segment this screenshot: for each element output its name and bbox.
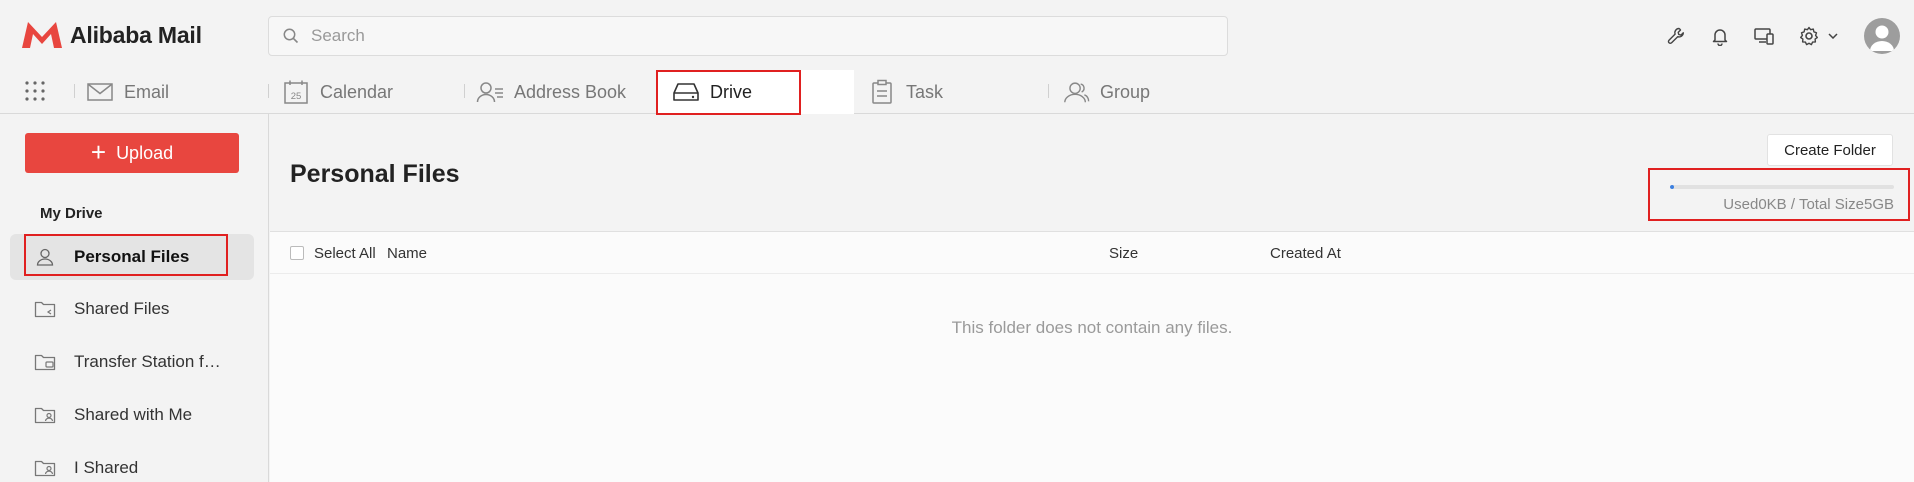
gear-icon[interactable] <box>1797 24 1821 48</box>
sidebar-item-shared-with-me[interactable]: Shared with Me <box>10 392 254 438</box>
column-header-size[interactable]: Size <box>1109 245 1138 262</box>
select-all-label[interactable]: Select All <box>314 245 376 262</box>
sidebar-item-label: Personal Files <box>74 247 190 266</box>
storage-usage-text: Used0KB / Total Size5GB <box>1723 196 1894 213</box>
page-title: Personal Files <box>290 160 460 188</box>
upload-button[interactable]: + Upload <box>25 133 239 173</box>
empty-folder-message: This folder does not contain any files. <box>951 318 1233 337</box>
tab-label: Group <box>1100 81 1151 102</box>
tab-address-book[interactable]: Address Book <box>476 70 626 114</box>
calendar-icon: 25 <box>282 78 310 106</box>
shared-folder-icon <box>34 298 56 320</box>
drive-icon <box>672 78 700 106</box>
tab-task[interactable]: Task <box>868 70 943 114</box>
apps-grid-icon[interactable] <box>24 80 46 102</box>
sidebar-item-label: Shared Files <box>74 299 170 318</box>
header: Alibaba Mail <box>0 0 1914 70</box>
tab-email[interactable]: Email <box>86 70 169 114</box>
bell-icon[interactable] <box>1708 24 1732 48</box>
sidebar-item-i-shared[interactable]: I Shared <box>10 445 254 482</box>
folder-share-icon <box>34 457 56 479</box>
sidebar-item-shared-files[interactable]: Shared Files <box>10 286 254 332</box>
wrench-icon[interactable] <box>1664 24 1688 48</box>
folder-user-icon <box>34 404 56 426</box>
transfer-folder-icon <box>34 351 56 373</box>
column-header-created-at[interactable]: Created At <box>1270 245 1341 262</box>
tab-drive[interactable]: Drive <box>672 70 752 114</box>
storage-usage-fill <box>1670 185 1674 189</box>
search-box[interactable] <box>268 16 1228 56</box>
nav-divider <box>74 84 75 98</box>
storage-usage-bar <box>1670 185 1894 189</box>
sidebar-item-label: Shared with Me <box>74 405 193 424</box>
main-nav: Email 25 Calendar Address Book Drive Tas… <box>0 70 1914 114</box>
file-table-header: Select All Name Size Created At <box>270 232 1914 274</box>
search-input[interactable] <box>311 26 1191 46</box>
alibaba-mail-logo-icon <box>22 22 62 48</box>
my-drive-heading: My Drive <box>40 205 103 222</box>
create-folder-button[interactable]: Create Folder <box>1767 134 1893 166</box>
svg-text:25: 25 <box>291 91 302 102</box>
tab-label: Calendar <box>320 81 394 102</box>
plus-icon: + <box>90 136 107 167</box>
column-header-name[interactable]: Name <box>387 245 427 262</box>
upload-label: Upload <box>116 142 174 163</box>
nav-divider <box>268 84 269 98</box>
tab-label: Address Book <box>514 81 627 102</box>
select-all-checkbox[interactable] <box>290 246 304 260</box>
sidebar: + Upload My Drive Personal Files Shared … <box>0 114 269 482</box>
nav-divider <box>1048 84 1049 98</box>
tab-label: Email <box>124 81 170 102</box>
user-avatar-icon <box>1870 25 1894 51</box>
search-icon <box>283 28 299 44</box>
tab-calendar[interactable]: 25 Calendar <box>282 70 393 114</box>
main-content: Personal Files Create Folder Used0KB / T… <box>270 114 1914 482</box>
tab-group[interactable]: Group <box>1062 70 1150 114</box>
nav-divider <box>464 84 465 98</box>
group-icon <box>1062 78 1090 106</box>
devices-icon[interactable] <box>1752 24 1776 48</box>
contacts-icon <box>476 78 504 106</box>
user-icon <box>34 246 56 268</box>
sidebar-item-personal-files[interactable]: Personal Files <box>10 234 254 280</box>
main-header: Personal Files Create Folder Used0KB / T… <box>270 114 1914 232</box>
clipboard-icon <box>868 78 896 106</box>
sidebar-item-label: Transfer Station f… <box>74 352 221 371</box>
mail-icon <box>86 78 114 106</box>
app-logo[interactable]: Alibaba Mail <box>20 20 202 50</box>
sidebar-item-label: I Shared <box>74 458 139 477</box>
avatar[interactable] <box>1864 18 1900 54</box>
sidebar-item-transfer-station[interactable]: Transfer Station f… <box>10 339 254 385</box>
chevron-down-icon[interactable] <box>1826 24 1840 48</box>
tab-label: Drive <box>710 81 753 102</box>
tab-label: Task <box>906 81 944 102</box>
app-name: Alibaba Mail <box>70 21 202 48</box>
